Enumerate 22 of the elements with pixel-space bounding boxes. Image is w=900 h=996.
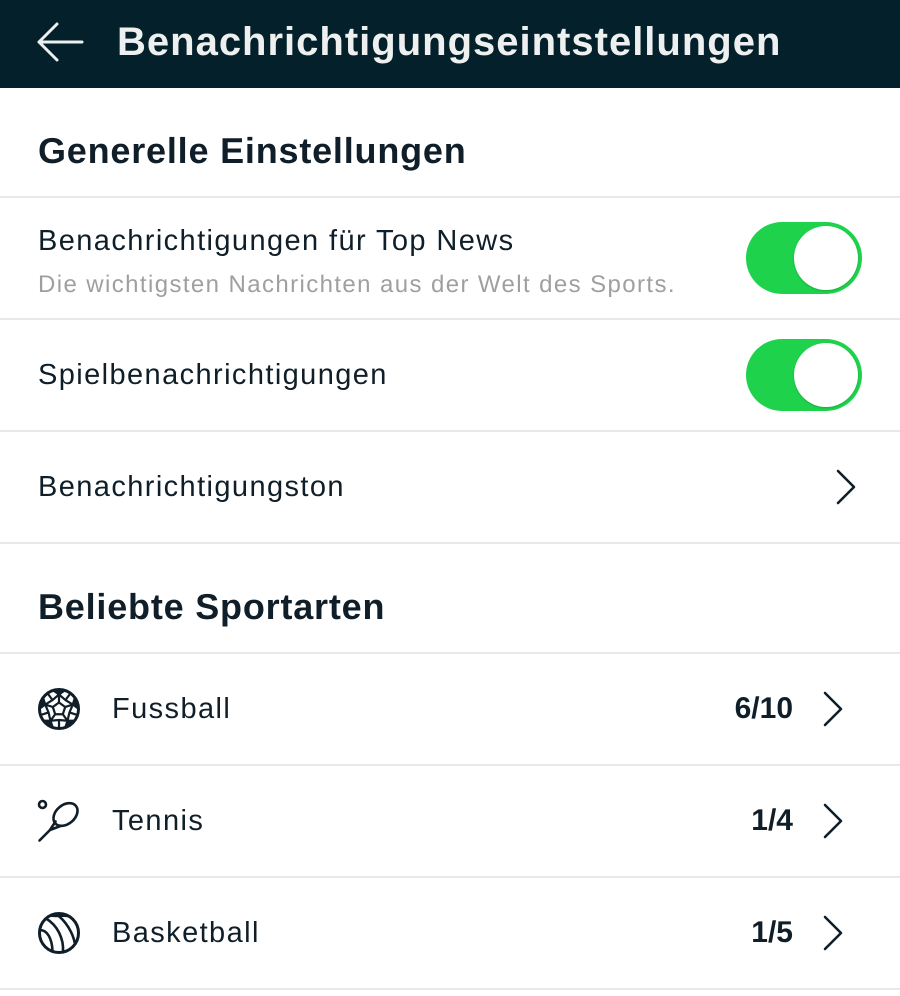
soccer-ball-icon bbox=[37, 687, 81, 731]
chevron-icon[interactable] bbox=[823, 803, 843, 839]
selection-count: 6/10 bbox=[734, 692, 793, 726]
basketball-icon bbox=[37, 911, 81, 955]
chevron-icon[interactable] bbox=[836, 469, 856, 505]
screen-title: Benachrichtigungseintstellungen bbox=[117, 19, 782, 66]
setting-label[interactable]: Benachrichtigungston bbox=[38, 470, 836, 504]
chevron-icon[interactable] bbox=[823, 915, 843, 951]
chevron-icon[interactable] bbox=[823, 691, 843, 727]
section-title: Generelle Einstellungen bbox=[38, 130, 467, 172]
section-title: Beliebte Sportarten bbox=[38, 586, 386, 628]
setting-label: Spielbenachrichtigungen bbox=[38, 358, 389, 392]
tennis-racket-icon bbox=[37, 799, 81, 843]
back-arrow-icon bbox=[36, 21, 84, 63]
selection-count: 1/5 bbox=[751, 916, 793, 950]
sport-label[interactable]: Basketball bbox=[112, 916, 752, 950]
sport-label[interactable]: Fussball bbox=[112, 692, 735, 726]
selection-count: 1/4 bbox=[751, 804, 793, 838]
back-button[interactable] bbox=[36, 21, 84, 63]
sport-label[interactable]: Tennis bbox=[112, 804, 752, 838]
setting-label: Benachrichtigungen für Top News bbox=[38, 224, 516, 258]
setting-description: Die wichtigsten Nachrichten aus der Welt des Sports. bbox=[38, 270, 677, 300]
